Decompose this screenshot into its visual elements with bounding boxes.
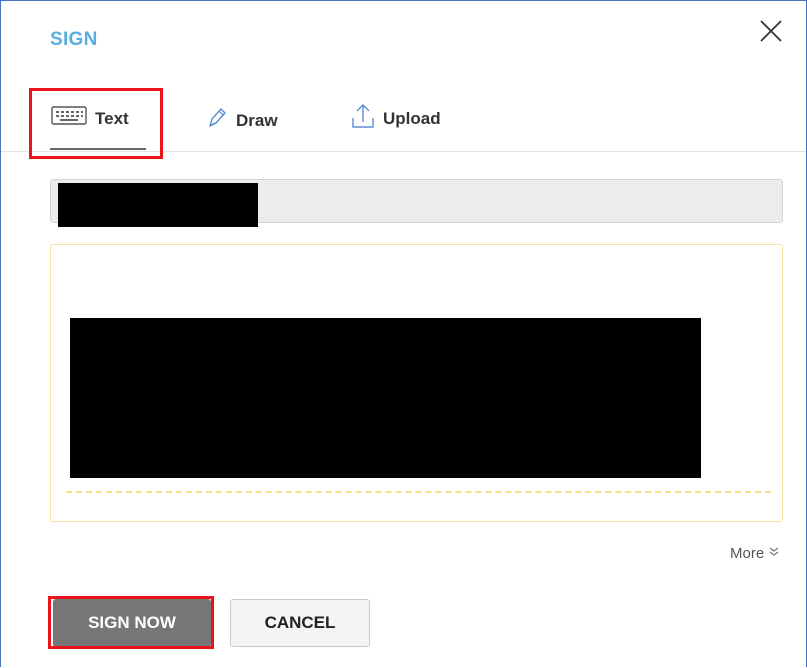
upload-icon bbox=[351, 102, 375, 135]
double-chevron-down-icon bbox=[769, 545, 779, 562]
signature-baseline bbox=[66, 491, 771, 493]
cancel-button[interactable]: CANCEL bbox=[230, 599, 370, 647]
highlight-box-sign-now bbox=[48, 596, 214, 649]
close-icon[interactable] bbox=[758, 18, 784, 44]
more-options-link[interactable]: More bbox=[730, 545, 779, 562]
more-label: More bbox=[730, 545, 765, 562]
tab-draw[interactable]: Draw bbox=[206, 89, 278, 151]
dialog-title: SIGN bbox=[50, 29, 98, 50]
pen-icon bbox=[206, 106, 228, 135]
tab-upload-label: Upload bbox=[383, 108, 441, 128]
tab-upload[interactable]: Upload bbox=[351, 87, 441, 149]
highlight-box-text-tab bbox=[29, 88, 163, 159]
redacted-name-value bbox=[58, 183, 258, 227]
redacted-signature bbox=[70, 318, 701, 478]
tab-draw-label: Draw bbox=[236, 110, 278, 130]
